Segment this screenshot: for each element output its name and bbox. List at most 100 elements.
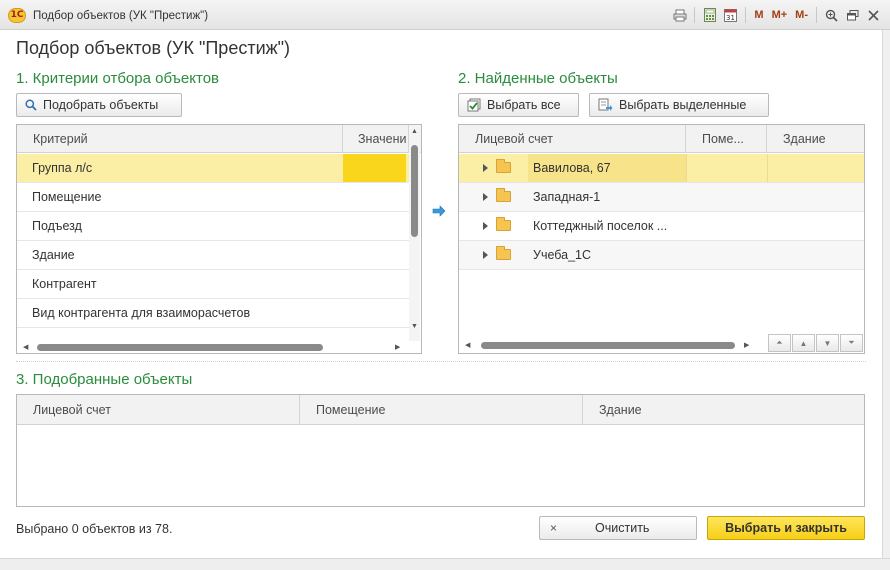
criterion-label: Помещение bbox=[32, 190, 102, 204]
select-objects-label: Подобрать объекты bbox=[43, 98, 159, 112]
table-row[interactable]: Подъезд bbox=[17, 212, 409, 241]
scroll-thumb[interactable] bbox=[411, 145, 418, 237]
criteria-horizontal-scrollbar[interactable]: ◀ ▶ bbox=[17, 341, 409, 353]
calendar-icon[interactable]: 31 bbox=[722, 7, 739, 23]
folder-icon bbox=[496, 188, 511, 202]
toolbar-separator bbox=[816, 7, 817, 23]
app-logo-icon: 1С bbox=[8, 8, 26, 23]
move-up-icon[interactable]: ▲ bbox=[792, 334, 815, 352]
table-row[interactable]: Западная-1 bbox=[459, 183, 864, 212]
table-row[interactable]: Коттеджный поселок ... bbox=[459, 212, 864, 241]
form-panel: Подбор объектов (УК "Престиж") 1. Критер… bbox=[0, 30, 882, 558]
table-row[interactable]: Контрагент bbox=[17, 270, 409, 299]
cell-divider bbox=[686, 154, 687, 182]
criteria-table-header: Критерий Значени bbox=[17, 125, 421, 153]
scroll-thumb[interactable] bbox=[37, 344, 323, 351]
expand-arrow-icon[interactable] bbox=[483, 251, 488, 259]
table-row[interactable]: Группа л/с bbox=[17, 154, 409, 183]
found-objects-table[interactable]: Лицевой счет Поме... Здание Вавилова, 67… bbox=[458, 124, 865, 354]
scroll-right-icon[interactable]: ▶ bbox=[395, 343, 400, 351]
select-all-label: Выбрать все bbox=[487, 98, 561, 112]
column-header-criterion[interactable]: Критерий bbox=[17, 125, 343, 153]
column-header-value[interactable]: Значени bbox=[343, 125, 409, 153]
zoom-icon[interactable] bbox=[823, 7, 840, 23]
expand-arrow-icon[interactable] bbox=[483, 222, 488, 230]
scroll-right-icon[interactable]: ▶ bbox=[744, 341, 749, 349]
memory-button[interactable]: M bbox=[752, 7, 765, 23]
title-bar-toolbar: 31 M M+ M- bbox=[671, 7, 882, 23]
criterion-label: Группа л/с bbox=[32, 161, 93, 175]
scroll-left-icon[interactable]: ◀ bbox=[23, 343, 28, 351]
criterion-label: Вид контрагента для взаиморасчетов bbox=[32, 306, 251, 320]
criteria-section-title: 1. Критерии отбора объектов bbox=[16, 70, 220, 87]
window-title: Подбор объектов (УК "Престиж") bbox=[33, 10, 209, 22]
select-selected-label: Выбрать выделенные bbox=[619, 98, 747, 112]
section-separator bbox=[16, 361, 866, 362]
select-selected-button[interactable]: Выбрать выделенные bbox=[589, 93, 769, 117]
form-title: Подбор объектов (УК "Престиж") bbox=[16, 38, 291, 58]
select-selected-icon bbox=[598, 98, 613, 111]
select-and-close-button[interactable]: Выбрать и закрыть bbox=[707, 516, 865, 540]
scroll-down-icon[interactable]: ▼ bbox=[411, 323, 418, 330]
column-header-account[interactable]: Лицевой счет bbox=[17, 395, 300, 425]
scroll-left-icon[interactable]: ◀ bbox=[465, 341, 470, 349]
table-row[interactable]: Помещение bbox=[17, 183, 409, 212]
title-bar: 1С Подбор объектов (УК "Престиж") 31 M M… bbox=[0, 0, 890, 30]
window-bottom-border bbox=[0, 558, 890, 570]
object-name: Западная-1 bbox=[533, 190, 601, 204]
column-header-building[interactable]: Здание bbox=[583, 395, 864, 425]
selection-status: Выбрано 0 объектов из 78. bbox=[16, 522, 173, 536]
criterion-label: Контрагент bbox=[32, 277, 97, 291]
memory-minus-button[interactable]: M- bbox=[793, 7, 810, 23]
select-all-button[interactable]: Выбрать все bbox=[458, 93, 579, 117]
move-last-icon[interactable]: ⏷ bbox=[840, 334, 863, 352]
expand-arrow-icon[interactable] bbox=[483, 193, 488, 201]
column-header-premises[interactable]: Помещение bbox=[300, 395, 583, 425]
table-row[interactable]: Учеба_1С bbox=[459, 241, 864, 270]
criterion-label: Здание bbox=[32, 248, 75, 262]
print-icon[interactable] bbox=[671, 7, 688, 23]
toolbar-separator bbox=[745, 7, 747, 23]
object-name: Учеба_1С bbox=[533, 248, 592, 262]
calculator-icon[interactable] bbox=[701, 7, 718, 23]
move-first-icon[interactable]: ⏶ bbox=[768, 334, 791, 352]
table-row[interactable]: Здание bbox=[17, 241, 409, 270]
transfer-arrow-icon[interactable] bbox=[432, 205, 446, 220]
row-navigation: ⏶ ▲ ▼ ⏷ bbox=[768, 334, 864, 352]
close-window-icon[interactable] bbox=[865, 7, 882, 23]
clear-button[interactable]: × Очистить bbox=[539, 516, 697, 540]
folder-icon bbox=[496, 217, 511, 231]
table-row[interactable]: Вид контрагента для взаиморасчетов bbox=[17, 299, 409, 328]
found-horizontal-scrollbar[interactable]: ◀ ▶ bbox=[459, 339, 759, 351]
cell-divider bbox=[767, 154, 768, 182]
column-header-building[interactable]: Здание bbox=[767, 125, 864, 153]
move-down-icon[interactable]: ▼ bbox=[816, 334, 839, 352]
table-row[interactable]: Вавилова, 67 bbox=[459, 154, 864, 183]
toolbar-separator bbox=[694, 7, 696, 23]
criterion-value-cell[interactable] bbox=[343, 154, 406, 182]
criteria-vertical-scrollbar[interactable]: ▲ ▼ bbox=[409, 125, 420, 341]
window-right-border bbox=[882, 30, 890, 558]
restore-window-icon[interactable] bbox=[844, 7, 861, 23]
found-section-title: 2. Найденные объекты bbox=[458, 70, 618, 87]
clear-label: Очистить bbox=[595, 521, 650, 535]
clear-icon: × bbox=[550, 521, 558, 535]
folder-icon bbox=[496, 159, 511, 173]
memory-plus-button[interactable]: M+ bbox=[770, 7, 790, 23]
column-header-premises[interactable]: Поме... bbox=[686, 125, 767, 153]
criteria-table[interactable]: Критерий Значени Группа л/с Помещение По… bbox=[16, 124, 422, 354]
scroll-up-icon[interactable]: ▲ bbox=[411, 128, 418, 135]
column-header-account[interactable]: Лицевой счет bbox=[459, 125, 686, 153]
folder-icon bbox=[496, 246, 511, 260]
picked-objects-table[interactable]: Лицевой счет Помещение Здание bbox=[16, 394, 865, 507]
found-table-header: Лицевой счет Поме... Здание bbox=[459, 125, 864, 153]
expand-arrow-icon[interactable] bbox=[483, 164, 488, 172]
search-icon bbox=[25, 99, 37, 111]
picked-section-title: 3. Подобранные объекты bbox=[16, 371, 193, 388]
picked-table-header: Лицевой счет Помещение Здание bbox=[17, 395, 864, 425]
criterion-label: Подъезд bbox=[32, 219, 82, 233]
select-all-icon bbox=[467, 98, 481, 112]
object-name: Коттеджный поселок ... bbox=[533, 219, 668, 233]
scroll-thumb[interactable] bbox=[481, 342, 735, 349]
select-objects-button[interactable]: Подобрать объекты bbox=[16, 93, 182, 117]
